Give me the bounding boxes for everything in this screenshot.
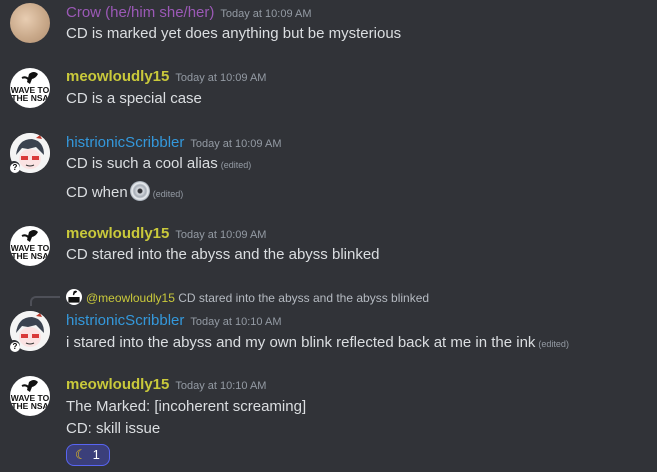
avatar-wave-to-the-nsa[interactable]: WAVE TO THE NSA xyxy=(10,226,50,266)
timestamp: Today at 10:09 AM xyxy=(190,138,282,150)
message-text: CD when (edited) xyxy=(66,181,183,201)
message-text: i stared into the abyss and my own blink… xyxy=(66,334,569,351)
message-header: Crow (he/him she/her) Today at 10:09 AM xyxy=(66,4,312,22)
reply-text: CD stared into the abyss and the abyss b… xyxy=(178,291,430,305)
edited-label: (edited) xyxy=(538,339,569,349)
timestamp: Today at 10:09 AM xyxy=(175,72,267,84)
reply-preview[interactable]: @meowloudly15 CD stared into the abyss a… xyxy=(66,289,429,305)
reply-avatar xyxy=(66,289,82,305)
nsa-avatar-icon: WAVE TO THE NSA xyxy=(11,380,50,411)
message-text: CD is such a cool alias (edited) xyxy=(66,155,251,172)
status-unknown-icon: ? xyxy=(8,340,20,352)
crescent-moon-icon: ☾ xyxy=(75,447,87,462)
message-text: The Marked: [incoherent screaming] xyxy=(66,398,307,415)
author-name[interactable]: histrionicScribbler xyxy=(66,134,184,151)
timestamp: Today at 10:09 AM xyxy=(220,8,312,20)
message-header: histrionicScribbler Today at 10:09 AM xyxy=(66,134,282,152)
message-text: CD: skill issue xyxy=(66,420,161,437)
reaction-button[interactable]: ☾ 1 xyxy=(66,444,110,466)
message-text-content: i stared into the abyss and my own blink… xyxy=(66,334,536,351)
author-name[interactable]: histrionicScribbler xyxy=(66,312,184,329)
message-text: CD is a special case xyxy=(66,90,202,107)
avatar-wave-to-the-nsa[interactable]: WAVE TO THE NSA xyxy=(10,68,50,108)
reply-mention[interactable]: @meowloudly15 xyxy=(86,291,175,305)
timestamp: Today at 10:10 AM xyxy=(175,380,267,392)
avatar-wave-to-the-nsa[interactable]: WAVE TO THE NSA xyxy=(10,376,50,416)
reaction-count: 1 xyxy=(92,447,100,462)
reply-connector xyxy=(30,296,60,306)
author-name[interactable]: Crow (he/him she/her) xyxy=(66,4,214,21)
cd-disc-icon[interactable] xyxy=(129,181,150,201)
status-unknown-icon: ? xyxy=(8,161,20,173)
timestamp: Today at 10:10 AM xyxy=(190,316,282,328)
timestamp: Today at 10:09 AM xyxy=(175,229,267,241)
message-header: meowloudly15 Today at 10:09 AM xyxy=(66,68,266,86)
avatar-text-line2: THE NSA xyxy=(11,93,48,103)
message-header: meowloudly15 Today at 10:09 AM xyxy=(66,225,266,243)
nsa-avatar-icon: WAVE TO THE NSA xyxy=(11,230,50,261)
message-text-content: CD is such a cool alias xyxy=(66,155,218,172)
author-name[interactable]: meowloudly15 xyxy=(66,68,169,85)
author-name[interactable]: meowloudly15 xyxy=(66,376,169,393)
nsa-avatar-icon: WAVE TO THE NSA xyxy=(11,72,50,103)
message-header: histrionicScribbler Today at 10:10 AM xyxy=(66,312,282,330)
avatar-crow[interactable] xyxy=(10,3,50,43)
edited-label: (edited) xyxy=(152,189,184,199)
message-header: meowloudly15 Today at 10:10 AM xyxy=(66,376,266,394)
avatar-text-line2: THE NSA xyxy=(11,251,48,261)
message-text: CD is marked yet does anything but be my… xyxy=(66,25,402,42)
edited-label: (edited) xyxy=(220,160,252,170)
message-text-content: CD when xyxy=(66,184,128,201)
message-text: CD stared into the abyss and the abyss b… xyxy=(66,246,380,263)
author-name[interactable]: meowloudly15 xyxy=(66,225,169,242)
avatar-text-line2: THE NSA xyxy=(11,401,48,411)
